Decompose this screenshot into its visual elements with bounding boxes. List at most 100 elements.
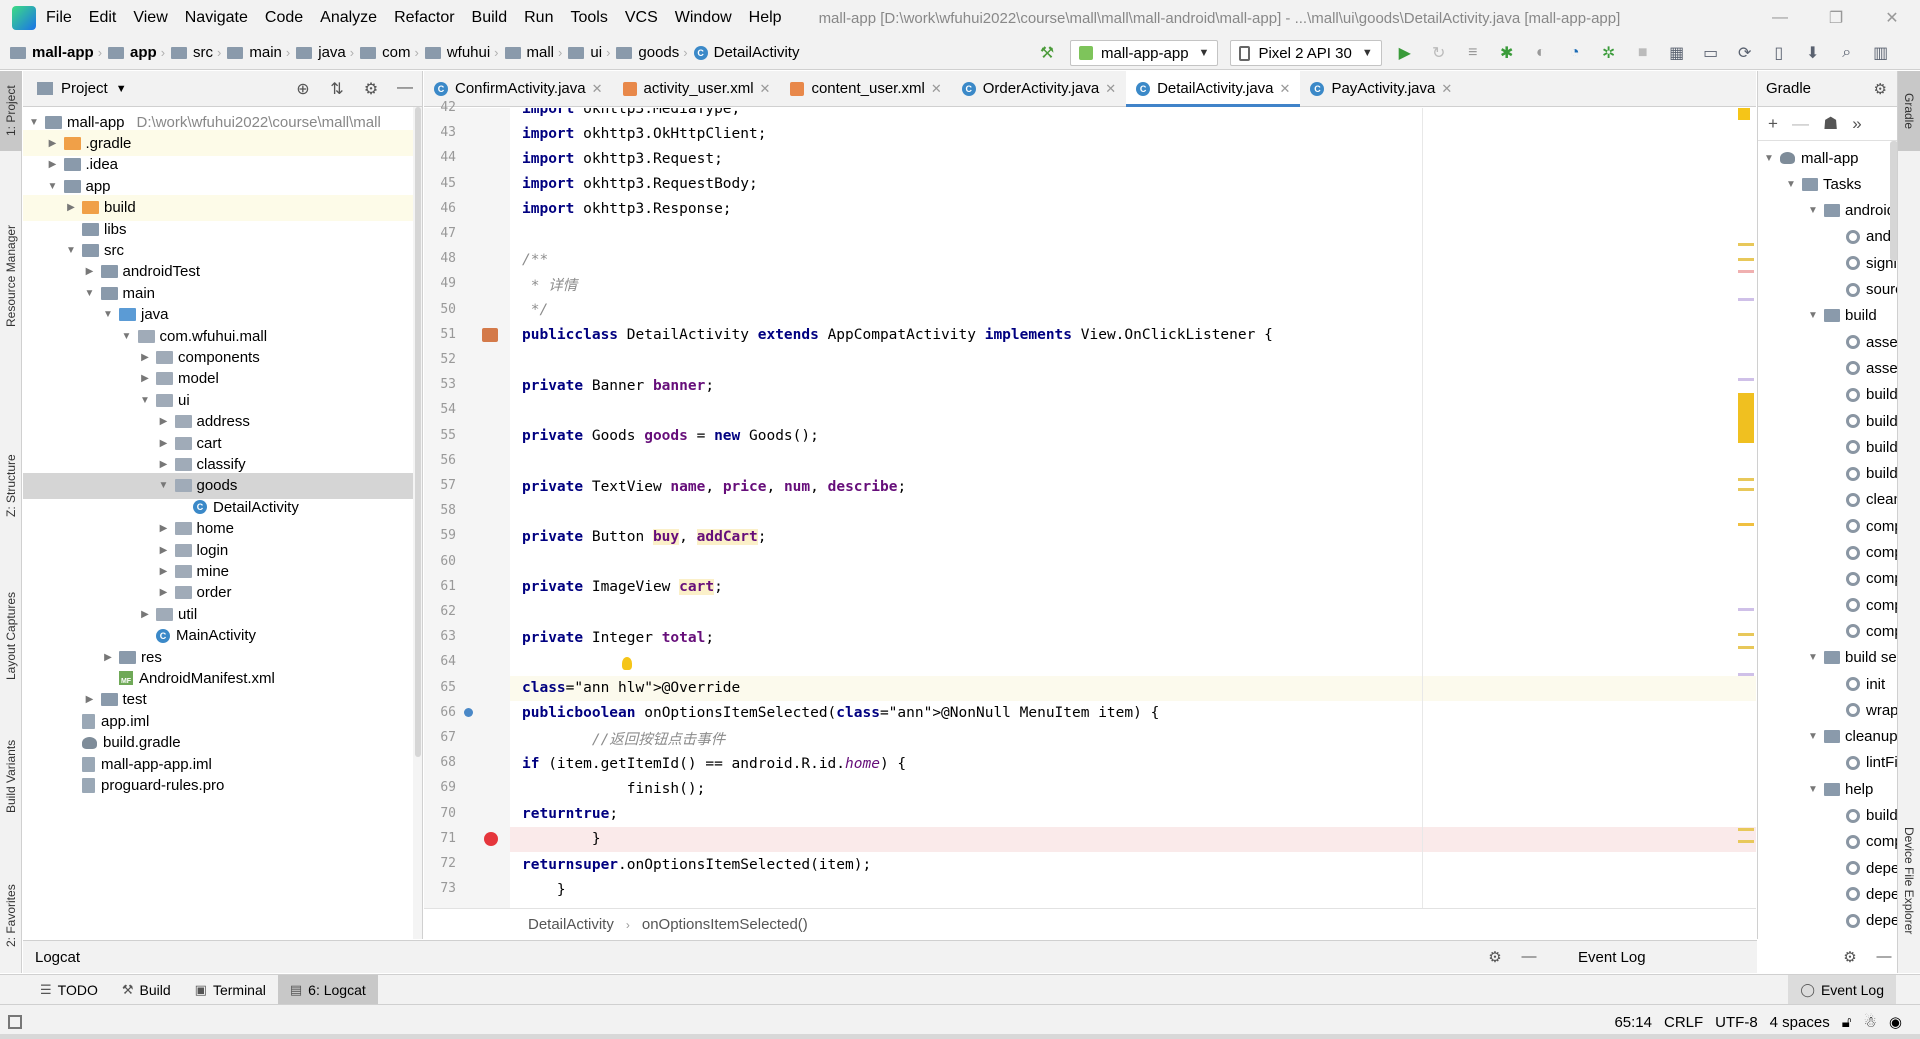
breadcrumb-item[interactable]: app › [102, 36, 165, 70]
close-icon[interactable]: ✕ [760, 81, 771, 97]
gradle-item-mall-app[interactable]: ▼ mall-app [1758, 145, 1858, 171]
error-stripe-mark[interactable] [1738, 270, 1754, 273]
project-scrollbar[interactable] [413, 107, 422, 939]
line-number[interactable]: 57 [424, 478, 456, 493]
tool-tab-project[interactable]: 1: Project [0, 71, 22, 151]
expand-arrow-icon[interactable]: ▼ [1806, 784, 1820, 795]
error-stripe-mark[interactable] [1738, 608, 1754, 611]
menu-item-window[interactable]: Window [675, 9, 732, 27]
chevron-down-icon[interactable]: ▼ [116, 83, 127, 95]
error-stripe-mark[interactable] [1738, 298, 1754, 301]
gradle-item-clean[interactable]: clean [1758, 487, 1897, 513]
collapse-arrow-icon[interactable]: ▶ [157, 587, 171, 598]
debug-icon[interactable]: ✱ [1494, 40, 1520, 66]
breadcrumb-item[interactable]: com › [354, 36, 419, 70]
project-structure-icon[interactable]: ▦ [1664, 40, 1690, 66]
editor-tab-activity-user-xml[interactable]: activity_user.xml ✕ [613, 71, 781, 107]
gradle-item-dependencies[interactable]: dependencies [1758, 855, 1897, 881]
run-config-select[interactable]: mall-app-app ▼ [1070, 40, 1219, 66]
gradle-item-dependencyinsight[interactable]: dependencyInsight [1758, 881, 1897, 907]
collapse-arrow-icon[interactable]: ▶ [138, 609, 152, 620]
editor-tab-payactivity-java[interactable]: C PayActivity.java ✕ [1300, 71, 1462, 107]
error-stripe-mark[interactable] [1738, 488, 1754, 491]
gradle-item-dependentcomponents[interactable]: dependentComponents [1758, 908, 1897, 934]
line-number[interactable]: 47 [424, 226, 456, 241]
gradle-item-lintfix[interactable]: lintFix [1758, 750, 1897, 776]
editor-tab-orderactivity-java[interactable]: C OrderActivity.java ✕ [952, 71, 1126, 107]
expand-arrow-icon[interactable]: ▼ [1806, 652, 1820, 663]
tool-tab-layout-captures[interactable]: Layout Captures [0, 571, 22, 701]
expand-arrow-icon[interactable]: ▼ [1762, 153, 1776, 164]
collapse-all-icon[interactable]: ⇅ [320, 79, 354, 99]
bottom-tab-todo[interactable]: ☰ TODO [28, 975, 110, 1005]
breadcrumb-item[interactable]: wfuhui › [419, 36, 499, 70]
gradle-item-wrapper[interactable]: wrapper [1758, 697, 1897, 723]
error-stripe-mark[interactable] [1738, 243, 1754, 246]
breadcrumb-class[interactable]: DetailActivity [528, 916, 614, 933]
error-stripe-mark[interactable] [1738, 828, 1754, 831]
project-scrollbar-thumb[interactable] [415, 107, 421, 757]
breadcrumb-item[interactable]: ui › [562, 36, 610, 70]
collapse-arrow-icon[interactable]: ▶ [157, 459, 171, 470]
gradle-item-compilesources[interactable]: compileSources [1758, 618, 1897, 644]
line-number[interactable]: 61 [424, 579, 456, 594]
gradle-item-build[interactable]: ▼ build [1758, 303, 1877, 329]
gradle-item-buildneeded[interactable]: buildNeeded [1758, 461, 1897, 487]
editor-tab-content-user-xml[interactable]: content_user.xml ✕ [780, 71, 951, 107]
gradle-item-assemble[interactable]: assemble [1758, 329, 1897, 355]
line-number[interactable]: 66 [424, 705, 456, 720]
line-number[interactable]: 71 [424, 831, 456, 846]
gradle-item-build-setup[interactable]: ▼ build setup [1758, 645, 1897, 671]
gradle-item-compilereleaseunittestsources[interactable]: compileReleaseUnitTestSources [1758, 592, 1897, 618]
gradle-item-help[interactable]: ▼ help [1758, 776, 1873, 802]
project-panel-title[interactable]: Project [61, 80, 108, 97]
remove-icon[interactable]: — [1792, 114, 1809, 134]
line-number[interactable]: 49 [424, 276, 456, 291]
line-number[interactable]: 73 [424, 881, 456, 896]
apply-changes-icon[interactable]: ↻ [1426, 40, 1452, 66]
gear-icon[interactable]: ⚙ [354, 79, 388, 99]
expand-arrow-icon[interactable]: ▼ [83, 288, 97, 299]
inspection-status-icon[interactable] [1738, 108, 1750, 120]
code-editor[interactable]: import okhttp3.MediaType; import okhttp3.… [510, 108, 1756, 908]
breadcrumb-method[interactable]: onOptionsItemSelected() [642, 916, 808, 933]
gradle-item-buildenvironment[interactable]: buildEnvironment [1758, 434, 1897, 460]
error-stripe-mark[interactable] [1738, 393, 1754, 443]
gradle-item-cleanup[interactable]: ▼ cleanup [1758, 724, 1897, 750]
bottom-tab-terminal[interactable]: ▣ Terminal [183, 975, 278, 1005]
coverage-icon[interactable]: ◐ [1528, 40, 1554, 66]
collapse-arrow-icon[interactable]: ▶ [46, 138, 60, 149]
bottom-tab-6-logcat[interactable]: ▤ 6: Logcat [277, 974, 378, 1005]
device-select[interactable]: Pixel 2 API 30 ▼ [1230, 40, 1382, 66]
gradle-item-tasks[interactable]: ▼ Tasks [1758, 171, 1861, 197]
error-stripe-mark[interactable] [1738, 633, 1754, 636]
menu-item-analyze[interactable]: Analyze [320, 9, 377, 27]
line-number[interactable]: 65 [424, 680, 456, 695]
event-log-button[interactable]: ◯ Event Log [1788, 974, 1896, 1005]
error-stripe-mark[interactable] [1738, 646, 1754, 649]
line-number[interactable]: 72 [424, 856, 456, 871]
expand-arrow-icon[interactable]: ▼ [1784, 179, 1798, 190]
gradle-item-compiledebugunittestsources[interactable]: compileDebugUnitTestSources [1758, 540, 1897, 566]
breadcrumb-item[interactable]: mall-app › [0, 36, 102, 70]
tool-tab-resource-manager[interactable]: Resource Manager [0, 201, 22, 351]
breadcrumb-item[interactable]: main › [221, 36, 290, 70]
close-window-button[interactable]: ✕ [1864, 0, 1920, 36]
collapse-arrow-icon[interactable]: ▶ [157, 523, 171, 534]
line-number[interactable]: 52 [424, 352, 456, 367]
menu-item-code[interactable]: Code [265, 9, 303, 27]
editor-tab-detailactivity-java[interactable]: C DetailActivity.java ✕ [1126, 70, 1301, 107]
line-number[interactable]: 58 [424, 503, 456, 518]
lightbulb-icon[interactable] [622, 657, 632, 671]
sync-gradle-icon[interactable]: ⟳ [1732, 40, 1758, 66]
breadcrumb-item[interactable]: src › [165, 36, 221, 70]
close-icon[interactable]: ✕ [1441, 81, 1452, 97]
gradle-scrollbar-thumb[interactable] [1890, 141, 1897, 261]
tool-windows-icon[interactable] [8, 1015, 22, 1029]
error-stripe-mark[interactable] [1738, 523, 1754, 526]
line-separator[interactable]: CRLF [1664, 1014, 1703, 1031]
menu-item-edit[interactable]: Edit [89, 9, 117, 27]
settings-icon[interactable]: ▥ [1868, 40, 1894, 66]
line-number[interactable]: 46 [424, 201, 456, 216]
line-number[interactable]: 70 [424, 806, 456, 821]
